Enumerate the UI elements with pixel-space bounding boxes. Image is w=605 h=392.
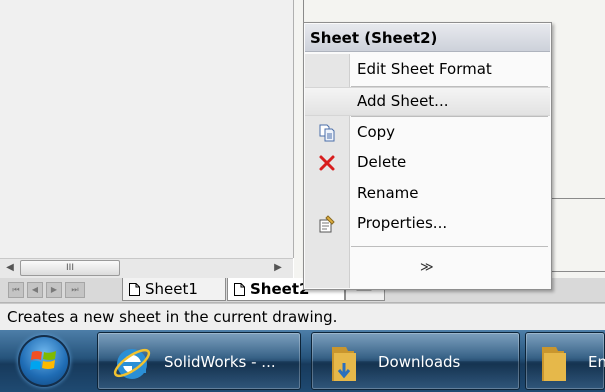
internet-explorer-icon (113, 348, 151, 379)
menu-item-rename[interactable]: Rename (305, 179, 550, 208)
menu-item-copy[interactable]: Copy (305, 118, 550, 147)
taskbar-folder-button[interactable]: En (525, 332, 605, 390)
first-sheet-icon[interactable]: ⏮ (8, 282, 24, 298)
feature-tree-pane (0, 0, 294, 258)
taskbar-button-label: SolidWorks - ... (164, 353, 276, 371)
sheet-document-icon (234, 283, 245, 296)
horizontal-scrollbar[interactable]: ◀ III ▶ (0, 258, 293, 279)
copy-icon (319, 124, 335, 142)
menu-item-label: Properties... (357, 214, 448, 232)
taskbar-downloads-button[interactable]: Downloads (311, 332, 520, 390)
taskbar-button-label: Downloads (378, 353, 461, 371)
menu-item-label: Add Sheet... (357, 92, 449, 110)
sheet-context-menu: Sheet (Sheet2) Edit Sheet Format Add She… (303, 22, 552, 290)
menu-item-label: Copy (357, 123, 396, 141)
properties-icon (319, 215, 335, 233)
menu-item-delete[interactable]: Delete (305, 148, 550, 177)
status-bar: Creates a new sheet in the current drawi… (0, 303, 605, 330)
scroll-left-icon[interactable]: ◀ (4, 262, 16, 274)
taskbar-button-label: En (588, 353, 605, 371)
next-sheet-icon[interactable]: ▶ (46, 282, 62, 298)
tab-label: Sheet2 (250, 280, 310, 298)
prev-sheet-icon[interactable]: ◀ (27, 282, 43, 298)
menu-item-label: Delete (357, 153, 407, 171)
title-block-line (544, 198, 605, 199)
tab-label: Sheet1 (145, 280, 198, 298)
windows-logo-icon (30, 351, 56, 370)
folder-icon (542, 347, 566, 381)
menu-item-edit-sheet-format[interactable]: Edit Sheet Format (305, 55, 550, 84)
taskbar-solidworks-button[interactable]: SolidWorks - ... (97, 332, 301, 390)
last-sheet-icon[interactable]: ⏭ (65, 282, 85, 298)
windows-taskbar: SolidWorks - ... Downloads En (0, 330, 605, 392)
expand-menu-icon[interactable]: ≫ (420, 260, 434, 275)
tab-sheet1[interactable]: Sheet1 (122, 278, 226, 301)
folder-icon (332, 347, 356, 381)
context-menu-title: Sheet (Sheet2) (305, 24, 550, 52)
scrollbar-thumb[interactable]: III (20, 260, 120, 276)
sheet-document-icon (129, 283, 140, 296)
menu-item-properties[interactable]: Properties... (305, 209, 550, 238)
menu-item-add-sheet[interactable]: Add Sheet... (305, 87, 550, 116)
menu-item-label: Rename (357, 184, 419, 202)
scroll-right-icon[interactable]: ▶ (272, 262, 284, 274)
menu-separator (351, 116, 548, 117)
menu-separator (351, 246, 548, 247)
delete-x-icon (319, 155, 335, 171)
status-message: Creates a new sheet in the current drawi… (7, 308, 338, 326)
menu-item-label: Edit Sheet Format (357, 60, 492, 78)
start-button[interactable] (18, 335, 70, 387)
